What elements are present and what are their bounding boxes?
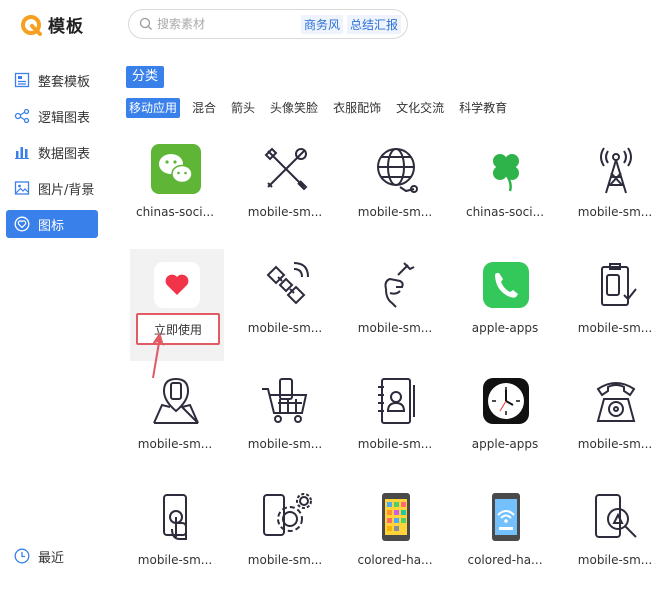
clock-app-icon xyxy=(483,378,529,424)
tools-icon xyxy=(264,147,308,191)
bar-chart-icon xyxy=(15,147,29,159)
phone-gear-icon xyxy=(263,493,312,536)
sidebar-item-image[interactable]: 图片/背景 xyxy=(6,174,98,202)
icon-tile[interactable]: mobile-sm... xyxy=(126,365,224,475)
wechat-icon xyxy=(151,144,201,194)
tile-label: chinas-soci... xyxy=(135,205,215,219)
tile-label: mobile-sm... xyxy=(137,437,213,451)
sidebar-item-icons[interactable]: 图标 xyxy=(6,210,98,238)
icon-tile[interactable]: chinas-soci... xyxy=(126,133,224,243)
search-icon[interactable] xyxy=(139,17,153,31)
header: 模板 商务风 总结汇报 xyxy=(0,0,663,48)
filter-clothing[interactable]: 衣服配饰 xyxy=(330,98,384,118)
logo-icon xyxy=(21,14,42,36)
sidebar-item-template[interactable]: 整套模板 xyxy=(6,66,98,94)
tile-label: mobile-sm... xyxy=(357,321,433,335)
icon-tile[interactable]: apple-apps xyxy=(456,365,554,475)
filter-mobile-apps[interactable]: 移动应用 xyxy=(126,98,181,118)
hand-wrench-icon xyxy=(384,262,415,308)
phone-search-icon xyxy=(595,494,637,538)
filter-culture[interactable]: 文化交流 xyxy=(393,98,447,118)
clover-icon xyxy=(493,154,519,192)
icon-tile[interactable]: colored-ha... xyxy=(456,481,554,591)
wifi-phone-icon xyxy=(492,493,520,541)
tile-label: apple-apps xyxy=(471,437,539,451)
icon-tile[interactable]: mobile-sm... xyxy=(566,481,663,591)
tile-label: mobile-sm... xyxy=(357,205,433,219)
tile-label: apple-apps xyxy=(471,321,539,335)
satellite-icon xyxy=(266,262,309,305)
tile-label: mobile-sm... xyxy=(577,205,653,219)
icon-tile[interactable]: chinas-soci... xyxy=(456,133,554,243)
tile-label: mobile-sm... xyxy=(577,553,653,567)
tile-label: chinas-soci... xyxy=(465,205,545,219)
search-tag-1[interactable]: 总结汇报 xyxy=(347,14,402,34)
tile-label: colored-ha... xyxy=(357,553,433,567)
colored-phone-icon xyxy=(382,493,410,541)
sidebar-item-label: 数据图表 xyxy=(38,146,91,162)
tile-label: mobile-sm... xyxy=(247,205,323,219)
logic-chart-icon xyxy=(14,108,30,124)
tile-label: mobile-sm... xyxy=(247,553,323,567)
icon-tile[interactable]: mobile-sm... xyxy=(126,481,224,591)
logo[interactable]: 模板 xyxy=(20,12,84,37)
sidebar-item-label: 图标 xyxy=(38,218,65,234)
touch-phone-icon xyxy=(163,494,187,540)
contacts-book-icon xyxy=(378,378,415,424)
tile-label: mobile-sm... xyxy=(137,553,213,567)
search-bar: 商务风 总结汇报 xyxy=(128,9,408,39)
sidebar-item-label: 逻辑图表 xyxy=(38,110,91,126)
icon-tile[interactable]: mobile-sm... xyxy=(566,365,663,475)
icon-tile[interactable]: mobile-sm... xyxy=(236,133,334,243)
filter-mixed[interactable]: 混合 xyxy=(189,98,219,118)
icon-tile[interactable]: mobile-sm... xyxy=(346,365,444,475)
phone-app-icon xyxy=(483,262,529,308)
sidebar-item-label: 最近 xyxy=(38,550,65,566)
cart-phone-icon xyxy=(262,378,308,423)
icon-tile[interactable]: mobile-sm... xyxy=(236,481,334,591)
category-filters: 移动应用 混合 箭头 头像笑脸 衣服配饰 文化交流 科学教育 xyxy=(126,98,519,118)
sidebar-item-recent[interactable]: 最近 xyxy=(6,542,98,570)
clock-icon xyxy=(14,548,30,564)
filter-avatars[interactable]: 头像笑脸 xyxy=(267,98,321,118)
template-icon xyxy=(14,72,30,88)
globe-network-icon xyxy=(377,148,418,193)
icon-tile[interactable]: mobile-sm... xyxy=(236,365,334,475)
sidebar-item-data-chart[interactable]: 数据图表 xyxy=(6,138,98,166)
icon-tile[interactable]: mobile-sm... xyxy=(566,249,663,359)
sidebar-item-label: 图片/背景 xyxy=(38,182,95,198)
icon-tile[interactable]: colored-ha... xyxy=(346,481,444,591)
tile-label: mobile-sm... xyxy=(577,437,653,451)
sidebar-item-label: 整套模板 xyxy=(38,74,91,90)
sidebar-item-logic[interactable]: 逻辑图表 xyxy=(6,102,98,130)
filter-science[interactable]: 科学教育 xyxy=(456,98,510,118)
filter-arrows[interactable]: 箭头 xyxy=(228,98,258,118)
image-icon xyxy=(14,181,30,195)
icon-tile[interactable]: mobile-sm... xyxy=(346,133,444,243)
tile-label: mobile-sm... xyxy=(577,321,653,335)
retro-phone-icon xyxy=(596,382,636,422)
icon-tile[interactable]: mobile-sm... xyxy=(566,133,663,243)
icon-tile[interactable]: apple-apps xyxy=(456,249,554,359)
search-tag-0[interactable]: 商务风 xyxy=(301,14,344,34)
tile-label: colored-ha... xyxy=(467,553,543,567)
tile-label: mobile-sm... xyxy=(247,437,323,451)
icon-tile[interactable]: mobile-sm... xyxy=(346,249,444,359)
clipboard-phone-icon xyxy=(601,263,637,306)
search-input[interactable] xyxy=(157,17,297,31)
pointer-arrow-icon xyxy=(152,332,164,378)
icon-tile[interactable]: mobile-sm... xyxy=(236,249,334,359)
map-pin-phone-icon xyxy=(153,377,199,424)
heart-circle-icon xyxy=(14,216,30,232)
tile-label: mobile-sm... xyxy=(357,437,433,451)
category-title: 分类 xyxy=(126,66,165,88)
health-heart-icon xyxy=(154,262,200,308)
app-title: 模板 xyxy=(48,17,84,37)
antenna-tower-icon xyxy=(600,147,632,194)
tile-label: mobile-sm... xyxy=(247,321,323,335)
